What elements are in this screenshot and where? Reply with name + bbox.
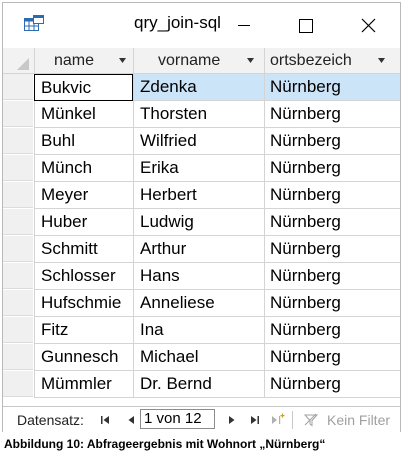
cell-name[interactable]: Fitz (34, 317, 133, 344)
record-navigation-bar: Datensatz: 1 von 12 Kein Filter (3, 406, 400, 432)
select-all-corner[interactable] (3, 48, 33, 73)
cell-vorname[interactable]: Herbert (133, 182, 264, 209)
maximize-icon (299, 19, 313, 33)
chevron-down-icon[interactable] (118, 57, 127, 64)
filter-button[interactable]: Kein Filter (327, 412, 390, 428)
window-title: qry_join-sql (134, 13, 221, 32)
cell-name[interactable]: Bukvic (34, 74, 133, 101)
cell-ortsbezeich[interactable]: Nürnberg (264, 128, 400, 155)
minimize-icon (238, 25, 250, 26)
table-row[interactable]: Schmitt Arthur Nürnberg (3, 236, 400, 263)
cell-ortsbezeich[interactable]: Nürnberg (264, 209, 400, 236)
cell-name[interactable]: Meyer (34, 182, 133, 209)
column-header-vorname[interactable]: vorname (133, 48, 264, 73)
cell-name[interactable]: Mümmler (34, 371, 133, 398)
table-row[interactable]: Münch Erika Nürnberg (3, 155, 400, 182)
maximize-button[interactable] (283, 7, 327, 43)
record-selector[interactable] (3, 236, 33, 262)
column-header-ortsbezeich[interactable]: ortsbezeich (264, 48, 400, 73)
record-label: Datensatz: (17, 412, 84, 428)
record-selector[interactable] (3, 74, 33, 100)
previous-record-icon[interactable] (123, 412, 139, 428)
cell-name[interactable]: Schmitt (34, 236, 133, 263)
cell-ortsbezeich[interactable]: Nürnberg (264, 371, 400, 398)
cell-name[interactable]: Schlosser (34, 263, 133, 290)
record-selector[interactable] (3, 128, 33, 154)
column-header-name[interactable]: name (34, 48, 133, 73)
record-selector[interactable] (3, 290, 33, 316)
cell-ortsbezeich[interactable]: Nürnberg (264, 182, 400, 209)
next-record-icon[interactable] (224, 412, 240, 428)
cell-ortsbezeich[interactable]: Nürnberg (264, 74, 400, 101)
chevron-down-icon[interactable] (246, 57, 255, 64)
table-row[interactable]: Münkel Thorsten Nürnberg (3, 101, 400, 128)
first-record-icon[interactable] (98, 412, 114, 428)
column-header-row: name vorname ortsbezeich (3, 48, 400, 74)
record-selector[interactable] (3, 101, 33, 127)
cell-vorname[interactable]: Michael (133, 344, 264, 371)
record-selector[interactable] (3, 371, 33, 397)
table-row[interactable]: Huber Ludwig Nürnberg (3, 209, 400, 236)
column-header-label: name (54, 52, 95, 69)
cell-ortsbezeich[interactable]: Nürnberg (264, 290, 400, 317)
cell-ortsbezeich[interactable]: Nürnberg (264, 317, 400, 344)
record-selector[interactable] (3, 317, 33, 343)
table-row[interactable]: Hufschmie Anneliese Nürnberg (3, 290, 400, 317)
title-bar[interactable]: qry_join-sql (3, 3, 400, 48)
cell-ortsbezeich[interactable]: Nürnberg (264, 344, 400, 371)
column-header-label: ortsbezeich (270, 52, 352, 69)
table-row[interactable]: Mümmler Dr. Bernd Nürnberg (3, 371, 400, 398)
record-selector[interactable] (3, 182, 33, 208)
figure-caption: Abbildung 10: Abfrageergebnis mit Wohnor… (4, 437, 326, 451)
cell-vorname[interactable]: Dr. Bernd (133, 371, 264, 398)
divider (292, 411, 293, 429)
cell-vorname[interactable]: Erika (133, 155, 264, 182)
query-table-icon[interactable] (24, 15, 44, 33)
cell-vorname[interactable]: Ina (133, 317, 264, 344)
cell-ortsbezeich[interactable]: Nürnberg (264, 236, 400, 263)
cell-vorname[interactable]: Anneliese (133, 290, 264, 317)
cell-name[interactable]: Münch (34, 155, 133, 182)
cell-vorname[interactable]: Arthur (133, 236, 264, 263)
record-selector[interactable] (3, 209, 33, 235)
close-icon (361, 18, 376, 33)
cell-vorname[interactable]: Wilfried (133, 128, 264, 155)
chevron-down-icon[interactable] (377, 57, 386, 64)
minimize-button[interactable] (222, 7, 266, 43)
table-row[interactable]: Fitz Ina Nürnberg (3, 317, 400, 344)
cell-name[interactable]: Gunnesch (34, 344, 133, 371)
cell-vorname[interactable]: Zdenka (133, 74, 264, 101)
cell-ortsbezeich[interactable]: Nürnberg (264, 263, 400, 290)
table-row[interactable]: Bukvic Zdenka Nürnberg (3, 74, 400, 101)
table-row[interactable]: Schlosser Hans Nürnberg (3, 263, 400, 290)
cell-ortsbezeich[interactable]: Nürnberg (264, 101, 400, 128)
cell-ortsbezeich[interactable]: Nürnberg (264, 155, 400, 182)
table-row[interactable]: Meyer Herbert Nürnberg (3, 182, 400, 209)
cell-name[interactable]: Hufschmie (34, 290, 133, 317)
table-row[interactable]: Buhl Wilfried Nürnberg (3, 128, 400, 155)
query-window: qry_join-sql name vorname ortsbezeich Bu… (2, 2, 401, 432)
last-record-icon[interactable] (247, 412, 263, 428)
column-header-label: vorname (158, 52, 221, 69)
cell-name[interactable]: Münkel (34, 101, 133, 128)
record-selector[interactable] (3, 155, 33, 181)
close-button[interactable] (346, 7, 390, 43)
table-row[interactable]: Gunnesch Michael Nürnberg (3, 344, 400, 371)
cell-vorname[interactable]: Hans (133, 263, 264, 290)
new-record-icon[interactable] (270, 412, 286, 428)
no-filter-icon (304, 413, 318, 427)
record-selector[interactable] (3, 263, 33, 289)
record-selector[interactable] (3, 344, 33, 370)
cell-name[interactable]: Buhl (34, 128, 133, 155)
cell-vorname[interactable]: Ludwig (133, 209, 264, 236)
cell-vorname[interactable]: Thorsten (133, 101, 264, 128)
current-record-field[interactable]: 1 von 12 (140, 409, 215, 429)
cell-name[interactable]: Huber (34, 209, 133, 236)
